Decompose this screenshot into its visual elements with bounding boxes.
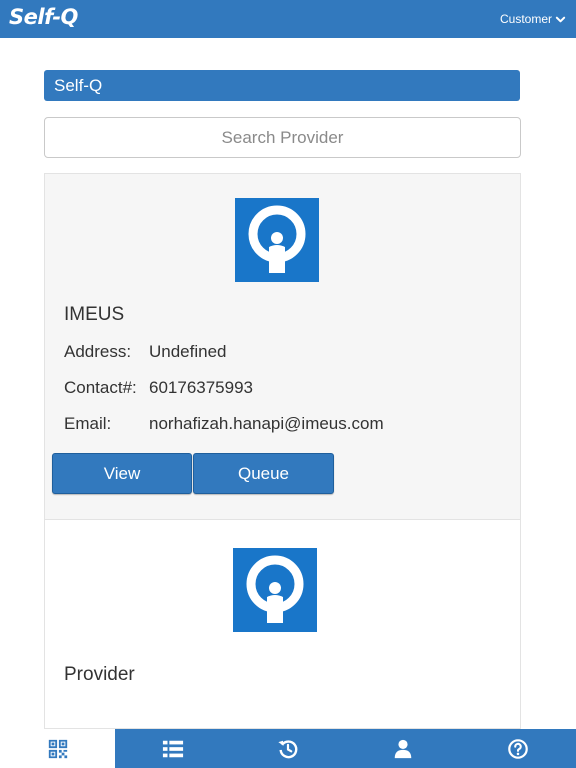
- bottom-nav: [0, 729, 576, 768]
- email-label: Email:: [64, 414, 112, 433]
- provider-name: IMEUS: [64, 304, 125, 325]
- contact-label: Contact#:: [64, 378, 137, 397]
- provider-name: Provider: [64, 664, 135, 685]
- qr-code-icon: [48, 739, 67, 758]
- history-icon: [278, 739, 298, 758]
- email-row: Email: norhafizah.hanapi@imeus.com: [64, 414, 384, 434]
- nav-tab-scan[interactable]: [0, 729, 116, 768]
- app-logo[interactable]: Self-Q: [9, 5, 78, 29]
- section-title: Self-Q: [54, 76, 103, 95]
- address-value: Undefined: [149, 342, 227, 361]
- provider-card: Provider: [45, 520, 520, 728]
- contact-row: Contact#: 60176375993: [64, 378, 253, 398]
- contact-value: 60176375993: [149, 378, 254, 397]
- self-q-logo-icon: [233, 548, 317, 632]
- view-button[interactable]: View: [52, 453, 192, 494]
- provider-card: IMEUS Address: Undefined Contact#: 60176…: [45, 174, 520, 520]
- nav-tab-profile[interactable]: [346, 729, 461, 768]
- provider-logo: [235, 198, 319, 282]
- nav-tab-history[interactable]: [230, 729, 345, 768]
- nav-tab-list[interactable]: [115, 729, 230, 768]
- help-icon: [508, 738, 529, 759]
- search-provider-input[interactable]: [44, 117, 521, 158]
- address-row: Address: Undefined: [64, 342, 227, 362]
- list-icon: [162, 740, 183, 757]
- provider-list[interactable]: IMEUS Address: Undefined Contact#: 60176…: [44, 173, 521, 729]
- customer-menu[interactable]: Customer: [500, 12, 566, 26]
- top-app-bar: Self-Q Customer: [0, 0, 576, 38]
- section-title-bar: Self-Q: [44, 70, 520, 101]
- customer-menu-label: Customer: [499, 12, 552, 26]
- chevron-down-icon: [555, 16, 566, 22]
- nav-tab-help[interactable]: [461, 729, 576, 768]
- user-icon: [394, 739, 412, 758]
- provider-logo: [233, 548, 317, 632]
- address-label: Address:: [64, 342, 132, 361]
- self-q-logo-icon: [235, 198, 319, 282]
- queue-button[interactable]: Queue: [193, 453, 334, 494]
- email-value: norhafizah.hanapi@imeus.com: [149, 414, 384, 433]
